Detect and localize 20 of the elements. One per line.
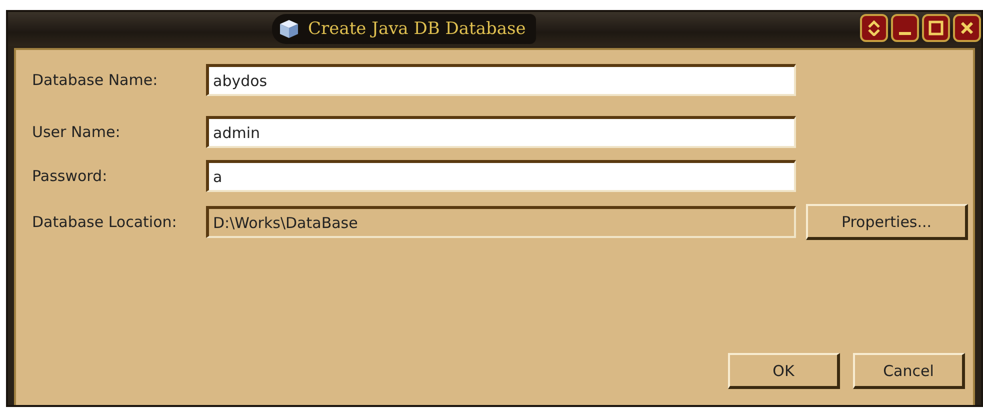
text-field[interactable]: abydos [206, 64, 796, 96]
cube-icon [278, 18, 300, 40]
field-label: User Name: [32, 123, 122, 141]
field-label: Database Name: [32, 71, 159, 89]
text-field[interactable]: admin [206, 116, 796, 148]
field-label: Database Location: [32, 213, 178, 231]
properties-button[interactable]: Properties... [806, 204, 968, 240]
field-label: Password: [32, 167, 108, 185]
window-title: Create Java DB Database [308, 19, 526, 39]
dialog-button[interactable]: OK [728, 353, 840, 389]
dialog-button[interactable]: Cancel [853, 353, 965, 389]
minimize-icon [899, 32, 911, 34]
close-icon [959, 20, 975, 36]
maximize-button[interactable] [922, 14, 950, 42]
minimize-button[interactable] [891, 14, 919, 42]
maximize-icon [928, 20, 944, 36]
double-chevron-icon [866, 20, 882, 36]
roll-up-button[interactable] [860, 14, 888, 42]
text-field[interactable]: a [206, 160, 796, 192]
close-button[interactable] [953, 14, 981, 42]
